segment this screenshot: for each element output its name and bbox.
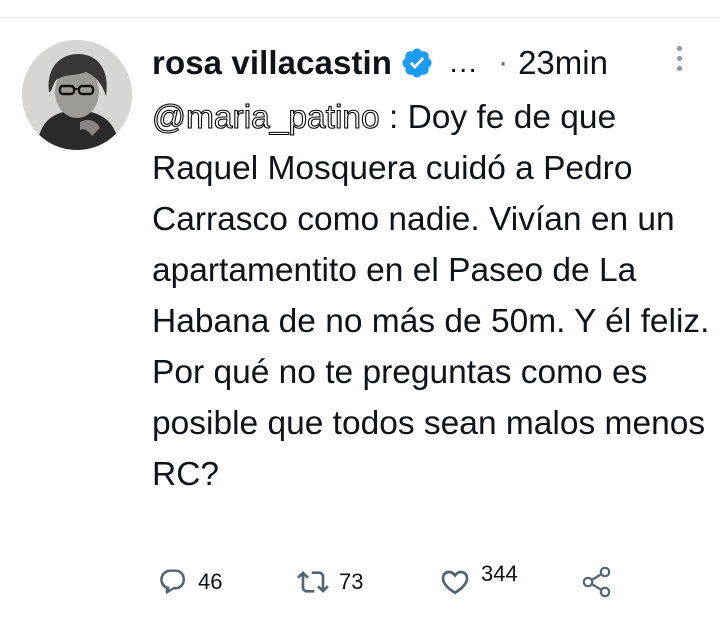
avatar-photo — [22, 40, 132, 150]
retweet-icon — [297, 571, 329, 593]
author-name[interactable]: rosa villacastin — [152, 44, 392, 82]
tweet-text: @maria_patino : Doy fe de que Raquel Mos… — [151, 92, 712, 500]
more-vertical-icon[interactable] — [672, 46, 686, 76]
share-icon — [582, 566, 611, 598]
retweet-count: 73 — [339, 569, 364, 594]
top-divider — [0, 17, 720, 18]
like-button[interactable]: 344 — [439, 560, 518, 604]
verified-badge-icon — [400, 46, 434, 80]
retweet-button[interactable]: 73 — [297, 560, 363, 604]
share-button[interactable] — [580, 560, 614, 604]
name-truncation: … — [448, 46, 479, 79]
action-bar: 46 73 344 — [152, 560, 712, 604]
like-count: 344 — [481, 561, 518, 586]
avatar[interactable] — [22, 40, 132, 150]
mention-link[interactable]: @maria_patino — [151, 98, 380, 136]
timestamp[interactable]: 23min — [518, 44, 608, 82]
tweet-header: rosa villacastin … · 23min — [152, 38, 608, 88]
reply-button[interactable]: 46 — [158, 560, 222, 604]
heart-icon — [441, 570, 469, 595]
reply-icon — [160, 569, 186, 594]
reply-count: 46 — [198, 569, 223, 594]
header-separator: · — [498, 46, 509, 79]
tweet-body: : Doy fe de que Raquel Mosquera cuidó a … — [152, 99, 710, 493]
